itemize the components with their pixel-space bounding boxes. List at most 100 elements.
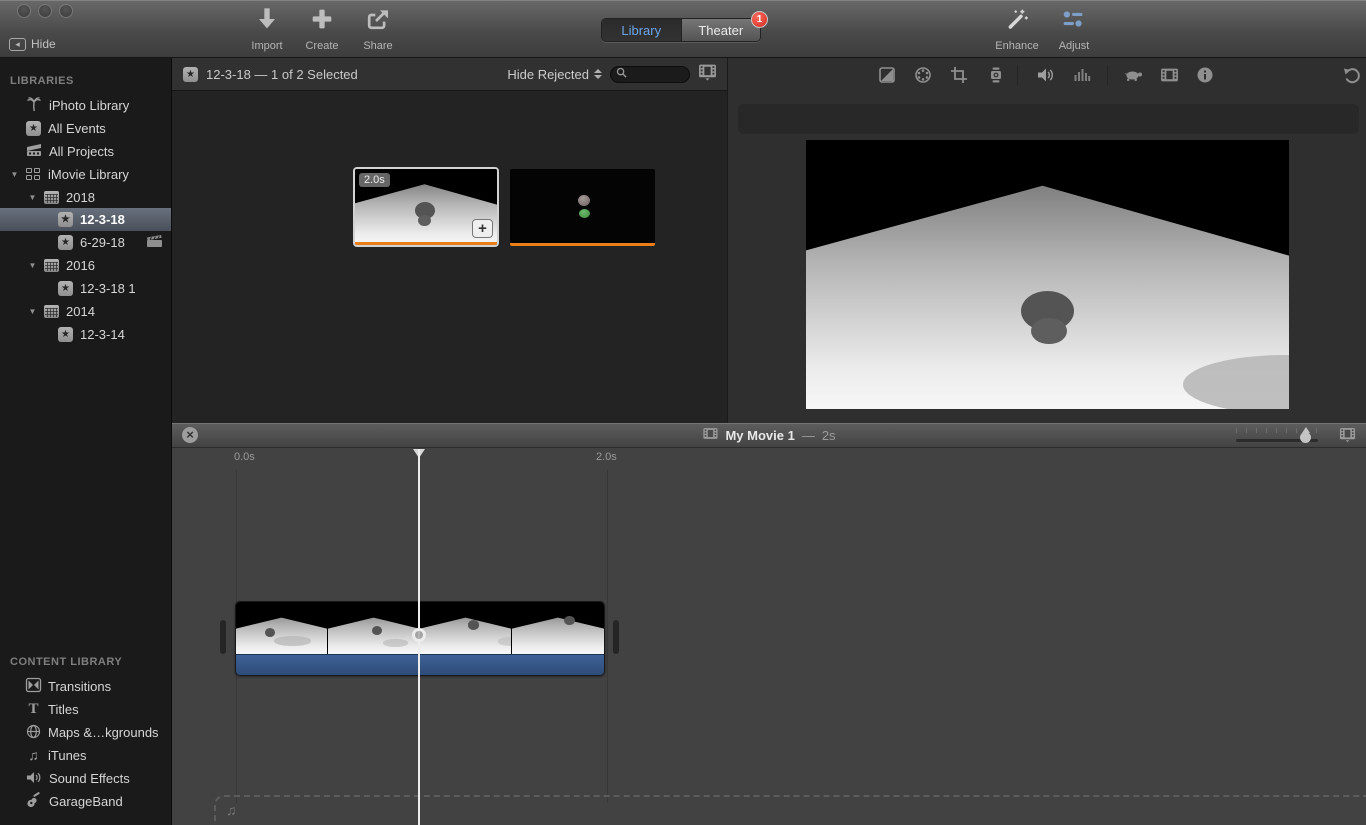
search-icon: [616, 65, 627, 83]
add-to-timeline-button[interactable]: +: [472, 219, 493, 238]
sidebar-item-12-3-14[interactable]: ★ 12-3-14: [0, 323, 171, 346]
magic-wand-icon: [1005, 6, 1029, 32]
sidebar-item-12-3-18-1[interactable]: ★ 12-3-18 1: [0, 277, 171, 300]
window-controls: [17, 4, 73, 18]
import-button[interactable]: Import: [238, 6, 296, 54]
disclosure-triangle-icon[interactable]: ▼: [26, 307, 39, 316]
clip-appearance-icon[interactable]: [698, 63, 717, 86]
clip-thumbnail-selected[interactable]: 2.0s +: [353, 167, 499, 247]
playhead-handle[interactable]: [412, 628, 426, 642]
ruler-gridline: [607, 470, 608, 803]
close-window-button[interactable]: [17, 4, 31, 18]
trim-handle-left[interactable]: [220, 620, 226, 654]
adjust-button[interactable]: Adjust: [1045, 6, 1103, 54]
filter-label: Hide Rejected: [507, 67, 589, 82]
sidebar-item-2014[interactable]: ▼ 2014: [0, 300, 171, 323]
search-input[interactable]: [630, 68, 688, 80]
speed-icon[interactable]: [1124, 66, 1142, 84]
zoom-window-button[interactable]: [59, 4, 73, 18]
guitar-icon: [26, 793, 42, 811]
sidebar-item-transitions[interactable]: Transitions: [0, 675, 171, 698]
stabilization-icon[interactable]: [987, 66, 1005, 84]
sidebar-item-itunes[interactable]: ♫ iTunes: [0, 744, 171, 767]
item-label: 12-3-14: [80, 327, 125, 342]
create-plus-icon: [310, 6, 334, 32]
library-theater-switch: Library Theater 1: [601, 18, 761, 42]
hide-sidebar-button[interactable]: ◂ Hide: [9, 37, 56, 51]
clip-thumbnail[interactable]: [510, 169, 655, 246]
speaker-icon: [26, 770, 42, 788]
star-icon: ★: [58, 235, 73, 250]
tab-theater[interactable]: Theater 1: [682, 19, 761, 41]
trim-handle-right[interactable]: [613, 620, 619, 654]
timeline-settings-icon[interactable]: [1339, 427, 1356, 449]
clip-duration-badge: 2.0s: [359, 173, 390, 187]
content-library-header: CONTENT LIBRARY: [10, 656, 122, 668]
star-icon: ★: [183, 67, 198, 82]
minimize-window-button[interactable]: [38, 4, 52, 18]
sliders-icon: [1061, 6, 1087, 32]
sidebar-item-titles[interactable]: T Titles: [0, 698, 171, 721]
preview-object-shadow: [1031, 318, 1067, 345]
star-icon: ★: [58, 327, 73, 342]
timeline-zoom-slider[interactable]: [1236, 427, 1318, 445]
ruler-label-start: 0.0s: [234, 451, 255, 463]
palm-tree-icon: [26, 96, 42, 115]
item-label: All Projects: [49, 144, 114, 159]
item-label: iPhoto Library: [49, 98, 129, 113]
search-field[interactable]: [610, 66, 690, 83]
theater-tab-label: Theater: [698, 23, 743, 38]
create-button[interactable]: Create: [293, 6, 351, 54]
favorite-stripe: [510, 243, 655, 246]
clip-filter-icon[interactable]: [1160, 66, 1178, 84]
sidebar-item-garageband[interactable]: GarageBand: [0, 790, 171, 813]
star-icon: ★: [58, 281, 73, 296]
sidebar-item-2016[interactable]: ▼ 2016: [0, 254, 171, 277]
import-icon: [255, 6, 279, 32]
clip-audio-waveform[interactable]: [236, 654, 604, 676]
sidebar-item-maps-backgrounds[interactable]: Maps &…kgrounds: [0, 721, 171, 744]
sidebar-item-all-projects[interactable]: All Projects: [0, 140, 171, 163]
share-button[interactable]: Share: [349, 6, 407, 54]
calendar-icon: [44, 259, 59, 272]
item-label: Sound Effects: [49, 771, 130, 786]
sidebar-item-2018[interactable]: ▼ 2018: [0, 186, 171, 209]
item-label: Transitions: [48, 679, 111, 694]
enhance-label: Enhance: [995, 40, 1038, 52]
color-correction-icon[interactable]: [914, 66, 932, 84]
library-tab-label: Library: [621, 23, 661, 38]
create-label: Create: [305, 40, 338, 52]
hide-rejected-dropdown[interactable]: Hide Rejected: [507, 67, 602, 82]
slider-thumb[interactable]: [1300, 432, 1311, 443]
disclosure-triangle-icon[interactable]: ▼: [26, 261, 39, 270]
sidebar-item-sound-effects[interactable]: Sound Effects: [0, 767, 171, 790]
music-note-icon: ♫: [226, 802, 237, 818]
noise-reduction-icon[interactable]: [1073, 66, 1091, 84]
volume-icon[interactable]: [1037, 66, 1055, 84]
item-label: 2018: [66, 190, 95, 205]
item-label: 2014: [66, 304, 95, 319]
sidebar-item-6-29-18[interactable]: ★ 6-29-18: [0, 231, 171, 254]
close-project-button[interactable]: ×: [182, 427, 198, 443]
color-balance-icon[interactable]: [878, 66, 896, 84]
title-separator: —: [802, 428, 815, 443]
sidebar-item-all-events[interactable]: ★ All Events: [0, 117, 171, 140]
viewer-panel: [727, 58, 1366, 423]
sidebar-item-imovie-library[interactable]: ▼ iMovie Library: [0, 163, 171, 186]
disclosure-triangle-icon[interactable]: ▼: [26, 193, 39, 202]
browser-header: ★ 12-3-18 — 1 of 2 Selected Hide Rejecte…: [172, 58, 727, 91]
background-music-well[interactable]: ♫: [214, 795, 1366, 825]
sidebar-item-iphoto-library[interactable]: iPhoto Library: [0, 94, 171, 117]
clip-preview-detail: [579, 209, 590, 218]
video-preview: [806, 140, 1289, 409]
disclosure-triangle-icon[interactable]: ▼: [8, 170, 21, 179]
adjust-label: Adjust: [1059, 40, 1090, 52]
undo-icon[interactable]: [1343, 66, 1361, 84]
sidebar-item-12-3-18[interactable]: ★ 12-3-18: [0, 208, 171, 231]
library-grid-icon: [26, 168, 41, 181]
enhance-button[interactable]: Enhance: [988, 6, 1046, 54]
project-title: My Movie 1: [725, 428, 794, 443]
crop-icon[interactable]: [950, 66, 968, 84]
tab-library[interactable]: Library: [602, 19, 682, 41]
info-icon[interactable]: [1196, 66, 1214, 84]
